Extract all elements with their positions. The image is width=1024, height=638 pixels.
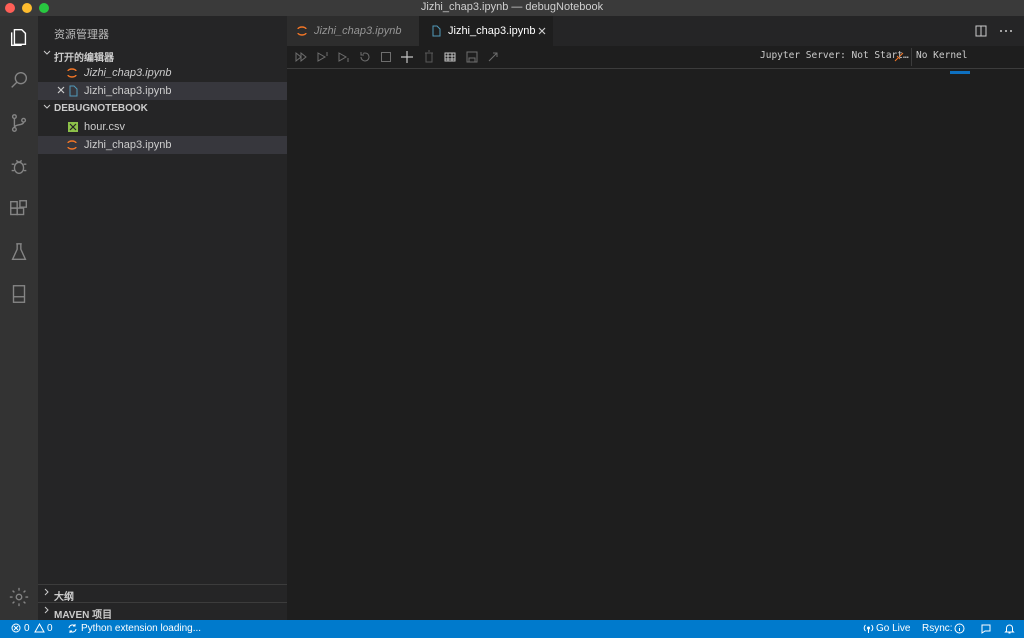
restart-kernel-icon[interactable]: [358, 50, 372, 64]
save-icon[interactable]: [465, 50, 479, 64]
jupyter-icon: [67, 68, 77, 78]
jupyter-icon: [297, 26, 307, 36]
go-live-button[interactable]: Go Live: [876, 623, 910, 634]
open-editors-title: 打开的编辑器: [54, 53, 114, 64]
tab-jupyter-preview[interactable]: Jizhi_chap3.ipynb: [287, 16, 419, 46]
clear-outputs-icon[interactable]: [422, 50, 436, 64]
toolbar-divider: [911, 48, 912, 66]
maven-section[interactable]: MAVEN 项目: [38, 602, 287, 621]
split-editor-icon[interactable]: [975, 25, 987, 37]
gear-icon[interactable]: [7, 585, 31, 609]
chevron-right-icon: [44, 588, 49, 596]
open-editors-section[interactable]: 打开的编辑器: [38, 46, 287, 64]
open-editor-item[interactable]: Jizhi_chap3.ipynb: [38, 64, 287, 82]
warning-count[interactable]: 0: [47, 623, 53, 634]
close-icon[interactable]: [55, 84, 67, 96]
explorer-icon[interactable]: [7, 25, 31, 49]
activity-bar: [0, 16, 38, 620]
editor-tabs: Jizhi_chap3.ipynb Jizhi_chap3.ipynb: [287, 16, 1024, 46]
workspace-section[interactable]: DEBUGNOTEBOOK: [38, 100, 287, 118]
add-cell-icon[interactable]: [400, 50, 414, 64]
run-above-icon[interactable]: [315, 50, 329, 64]
chevron-down-icon: [43, 104, 51, 109]
open-editor-label: Jizhi_chap3.ipynb: [84, 67, 172, 79]
outline-title: 大纲: [54, 592, 74, 603]
error-icon[interactable]: [11, 623, 21, 633]
file-item[interactable]: Jizhi_chap3.ipynb: [38, 136, 287, 154]
export-icon[interactable]: [486, 50, 500, 64]
book-icon[interactable]: [7, 282, 31, 306]
chevron-right-icon: [44, 606, 49, 614]
status-bar: 0 0 Python extension loading... Go Live …: [0, 620, 1024, 638]
tab-label: Jizhi_chap3.ipynb: [448, 25, 536, 37]
maven-title: MAVEN 项目: [54, 610, 113, 621]
open-editor-label: Jizhi_chap3.ipynb: [84, 85, 172, 97]
jupyter-icon: [67, 140, 77, 150]
jupyter-server-status[interactable]: Jupyter Server: Not Start…: [760, 50, 909, 61]
file-item[interactable]: hour.csv: [38, 118, 287, 136]
run-below-icon[interactable]: [336, 50, 350, 64]
file-icon: [69, 85, 78, 97]
error-count[interactable]: 0: [24, 623, 30, 634]
tab-active-notebook[interactable]: Jizhi_chap3.ipynb: [419, 16, 553, 46]
extensions-icon[interactable]: [7, 197, 31, 221]
testing-flask-icon[interactable]: [7, 240, 31, 264]
open-editor-item[interactable]: Jizhi_chap3.ipynb: [38, 82, 287, 100]
source-control-icon[interactable]: [7, 111, 31, 135]
workspace-title: DEBUGNOTEBOOK: [54, 103, 148, 114]
variables-grid-icon[interactable]: [443, 50, 457, 64]
more-actions-icon[interactable]: [999, 25, 1013, 37]
python-extension-status[interactable]: Python extension loading...: [81, 623, 201, 634]
loading-progress-indicator: [950, 71, 970, 74]
kernel-status[interactable]: No Kernel: [916, 50, 967, 61]
warning-icon[interactable]: [34, 623, 45, 633]
sync-icon: [68, 624, 77, 633]
csv-file-icon: [68, 122, 78, 132]
chevron-down-icon: [43, 50, 51, 55]
sidebar-title: 资源管理器: [54, 29, 109, 41]
tab-label: Jizhi_chap3.ipynb: [314, 25, 402, 37]
file-icon: [432, 25, 441, 37]
disconnected-link-icon[interactable]: [892, 50, 906, 64]
broadcast-icon: [863, 624, 874, 633]
debug-icon[interactable]: [7, 154, 31, 178]
explorer-sidebar: 资源管理器 打开的编辑器 Jizhi_chap3.ipynb Jizhi_cha…: [38, 16, 287, 621]
title-bar: Jizhi_chap3.ipynb — debugNotebook: [0, 0, 1024, 16]
feedback-icon[interactable]: [980, 623, 992, 634]
notebook-toolbar: Jupyter Server: Not Start… No Kernel: [287, 46, 1024, 69]
rsync-status[interactable]: Rsync:: [922, 623, 953, 634]
notifications-bell-icon[interactable]: [1004, 623, 1015, 634]
search-icon[interactable]: [7, 68, 31, 92]
file-label: hour.csv: [84, 121, 125, 133]
outline-section[interactable]: 大纲: [38, 584, 287, 603]
info-icon[interactable]: [954, 623, 965, 634]
window-title: Jizhi_chap3.ipynb — debugNotebook: [420, 1, 604, 13]
run-all-icon[interactable]: [294, 50, 308, 64]
file-label: Jizhi_chap3.ipynb: [84, 139, 172, 151]
close-icon[interactable]: [537, 26, 547, 36]
interrupt-kernel-icon[interactable]: [379, 50, 393, 64]
